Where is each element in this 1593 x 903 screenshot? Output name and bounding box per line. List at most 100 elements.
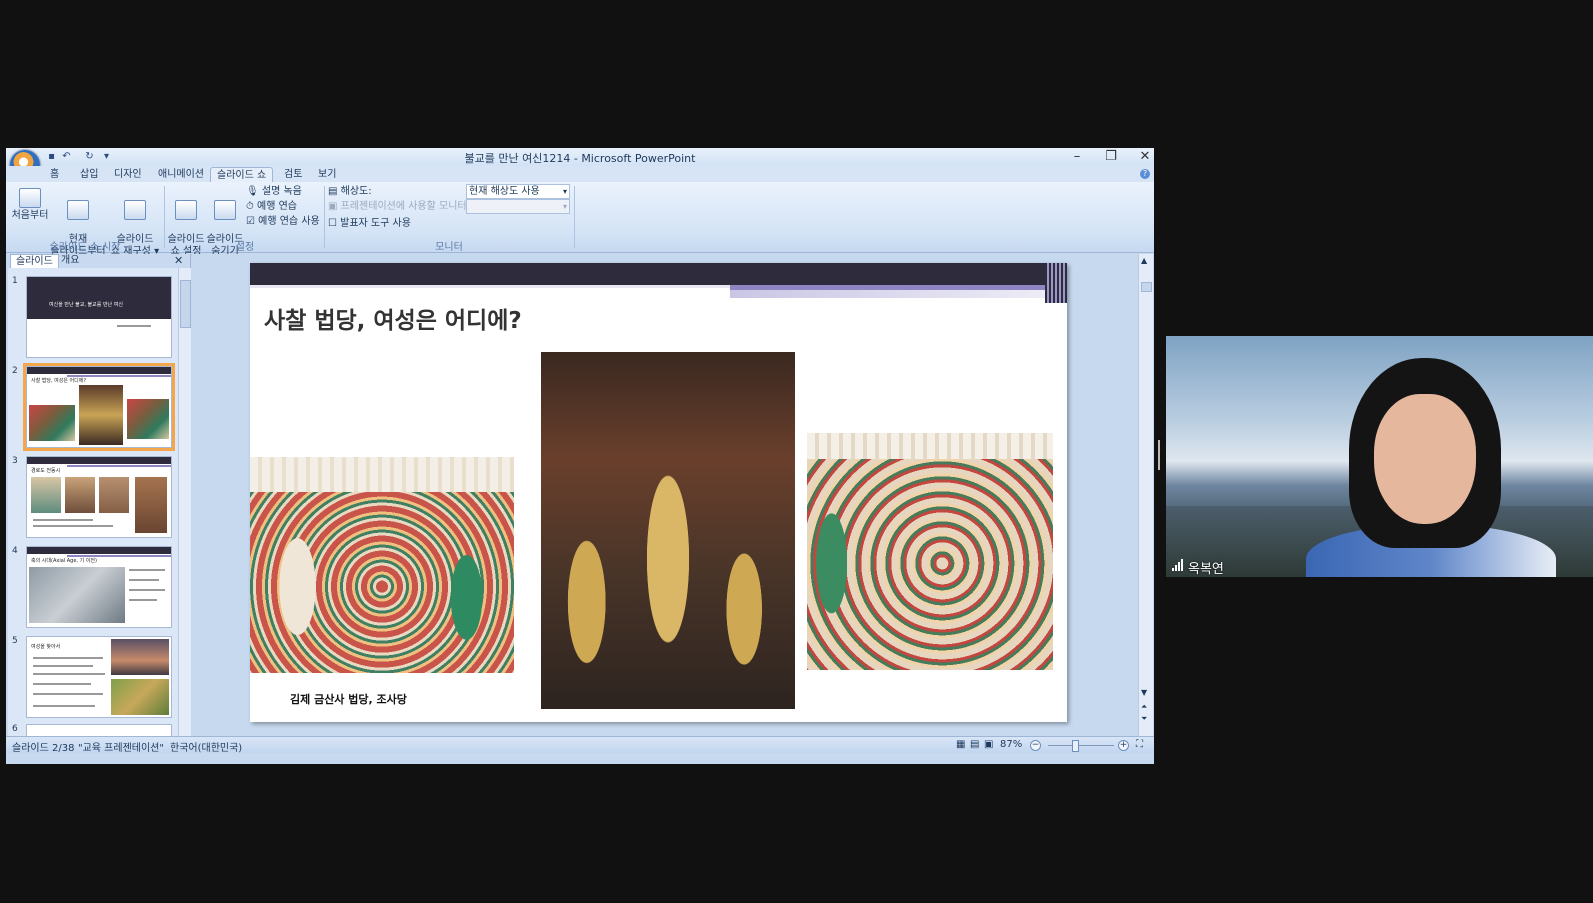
normal-view-icon[interactable]: ▦ bbox=[956, 739, 965, 750]
thumb-text bbox=[33, 693, 103, 695]
pane-tabs: 슬라이드 개요 ✕ bbox=[8, 254, 190, 268]
checkbox-checked-icon: ☑ bbox=[246, 216, 255, 227]
thumb-title: 사찰 법당, 여성은 어디에? bbox=[31, 378, 87, 384]
thumb-map bbox=[29, 567, 125, 623]
from-beginning-button[interactable]: 처음부터 bbox=[10, 188, 50, 222]
chevron-down-icon: ▾ bbox=[562, 202, 567, 211]
scroll-thumb[interactable] bbox=[180, 280, 191, 328]
zoom-level[interactable]: 87% bbox=[1000, 739, 1022, 750]
presenter-view-checkbox[interactable]: ☐ 발표자 도구 사용 bbox=[328, 217, 411, 230]
previous-slide-icon[interactable]: ⏶ bbox=[1141, 702, 1147, 712]
tab-slides[interactable]: 슬라이드 bbox=[10, 254, 59, 268]
status-bar: 슬라이드 2/38 "교육 프레젠테이션" 한국어(대한민국) ▦ ▤ ▣ 87… bbox=[6, 736, 1154, 754]
group-label-setup: 설정 bbox=[235, 242, 255, 253]
slide-thumbnail-1[interactable]: 여신을 만난 불교, 불교를 만난 여신 bbox=[26, 276, 172, 358]
chevron-down-icon: ▾ bbox=[562, 187, 567, 196]
monitor-select[interactable]: ▾ bbox=[466, 199, 570, 214]
tab-view[interactable]: 보기 bbox=[312, 167, 342, 182]
scroll-up-icon[interactable]: ▲ bbox=[1141, 256, 1147, 265]
photo-arhats-hall[interactable] bbox=[250, 457, 514, 673]
presenter-view-label: 발표자 도구 사용 bbox=[340, 218, 411, 229]
language[interactable]: 한국어(대한민국) bbox=[170, 739, 242, 754]
redo-icon[interactable]: ↻ bbox=[84, 151, 95, 162]
tab-insert[interactable]: 삽입 bbox=[74, 167, 104, 182]
resolution-select[interactable]: 현재 해상도 사용 ▾ bbox=[466, 184, 570, 199]
tab-animation[interactable]: 애니메이션 bbox=[152, 167, 210, 182]
qat-dropdown-icon[interactable]: ▾ bbox=[101, 151, 112, 162]
thumb-photo bbox=[111, 639, 169, 675]
thumb-number: 2 bbox=[12, 366, 18, 376]
thumb-number: 3 bbox=[12, 456, 18, 466]
thumb-band bbox=[27, 547, 171, 554]
slide-stripe-pattern bbox=[1045, 263, 1067, 303]
tab-review[interactable]: 검토 bbox=[278, 167, 308, 182]
thumb-text bbox=[33, 657, 103, 659]
restore-icon[interactable]: ❐ bbox=[1094, 148, 1128, 166]
cam-person-face bbox=[1374, 394, 1476, 524]
tab-design[interactable]: 디자인 bbox=[108, 167, 148, 182]
editor-scrollbar[interactable]: ▲ ▼ ⏶ ⏷ bbox=[1138, 254, 1153, 736]
slideshow-current-icon bbox=[67, 200, 89, 220]
resolution-value: 현재 해상도 사용 bbox=[469, 186, 540, 197]
slideshow-start-icon bbox=[19, 188, 41, 208]
thumb-photo bbox=[79, 385, 123, 445]
slide-thumbnail-4[interactable]: 축의 시대(Axial Age, 기 이전) bbox=[26, 546, 172, 628]
signal-icon bbox=[1181, 559, 1183, 571]
tab-outline[interactable]: 개요 bbox=[56, 254, 84, 267]
thumb-number: 1 bbox=[12, 276, 18, 286]
custom-show-icon bbox=[124, 200, 146, 220]
undo-icon[interactable]: ↶ bbox=[61, 151, 72, 162]
scroll-thumb[interactable] bbox=[1141, 282, 1152, 292]
photo-golden-buddhas[interactable] bbox=[541, 352, 795, 709]
slideshow-view-icon[interactable]: ▣ bbox=[984, 739, 993, 750]
thumb-text bbox=[33, 519, 93, 521]
close-pane-icon[interactable]: ✕ bbox=[174, 254, 183, 267]
slide-thumbnail-2[interactable]: 사찰 법당, 여성은 어디에? bbox=[23, 363, 175, 451]
group-label-monitor: 모니터 bbox=[435, 242, 463, 253]
use-timings-checkbox[interactable]: ☑ 예행 연습 사용 bbox=[246, 215, 320, 228]
help-icon[interactable]: ? bbox=[1140, 169, 1150, 179]
thumb-title: 경로도 전동시 bbox=[31, 468, 61, 474]
signal-icon bbox=[1178, 562, 1180, 571]
resolution-label-text: 해상도: bbox=[340, 186, 372, 197]
zoom-slider-thumb[interactable] bbox=[1072, 740, 1079, 752]
sorter-view-icon[interactable]: ▤ bbox=[970, 739, 979, 750]
hide-slide-icon bbox=[214, 200, 236, 220]
slide-caption[interactable]: 김제 금산사 법당, 조사당 bbox=[290, 691, 407, 707]
current-slide[interactable]: 사찰 법당, 여성은 어디에? 김제 금산사 법당, 조사당 bbox=[250, 263, 1067, 722]
slide-title[interactable]: 사찰 법당, 여성은 어디에? bbox=[264, 301, 522, 335]
scroll-down-icon[interactable]: ▼ bbox=[1141, 688, 1147, 697]
slide-thumbnail-3[interactable]: 경로도 전동시 bbox=[26, 456, 172, 538]
thumb-photo bbox=[135, 477, 167, 533]
save-icon[interactable]: ▪ bbox=[46, 151, 57, 162]
slide-position: 슬라이드 2/38 bbox=[12, 743, 75, 754]
minimize-icon[interactable]: – bbox=[1060, 148, 1094, 166]
close-icon[interactable]: ✕ bbox=[1128, 148, 1154, 166]
slide-thumbnail-5[interactable]: 여성을 찾아서 bbox=[26, 636, 172, 718]
pane-scrollbar[interactable] bbox=[178, 268, 191, 736]
thumb-title: 여성을 찾아서 bbox=[31, 644, 61, 650]
thumb-band bbox=[27, 457, 171, 464]
thumb-text bbox=[33, 525, 113, 527]
checkbox-unchecked-icon: ☐ bbox=[328, 218, 337, 229]
photo-arhats-statues[interactable] bbox=[807, 433, 1053, 670]
thumb-text bbox=[117, 325, 151, 327]
theme-name: "교육 프레젠테이션" bbox=[78, 743, 164, 754]
zoom-slider[interactable] bbox=[1048, 745, 1114, 746]
microphone-icon: 🎙 bbox=[246, 186, 259, 197]
zoom-out-icon[interactable]: − bbox=[1030, 740, 1041, 751]
record-narration-button[interactable]: 🎙 설명 녹음 bbox=[246, 185, 302, 198]
thumb-line bbox=[67, 465, 171, 467]
panel-divider[interactable] bbox=[1158, 440, 1160, 470]
next-slide-icon[interactable]: ⏷ bbox=[1141, 714, 1147, 724]
tab-slideshow[interactable]: 슬라이드 쇼 bbox=[210, 167, 274, 183]
fit-window-icon[interactable]: ⛶ bbox=[1136, 739, 1143, 750]
thumb-number: 6 bbox=[12, 724, 18, 734]
signal-icon bbox=[1175, 565, 1177, 571]
tab-home[interactable]: 홈 bbox=[44, 167, 65, 182]
thumb-photo bbox=[111, 679, 169, 715]
resolution-label: ▤ 해상도: bbox=[328, 185, 372, 198]
zoom-in-icon[interactable]: + bbox=[1118, 740, 1129, 751]
thumb-photo bbox=[31, 477, 61, 513]
rehearse-timings-button[interactable]: ⏱ 예행 연습 bbox=[246, 200, 297, 213]
